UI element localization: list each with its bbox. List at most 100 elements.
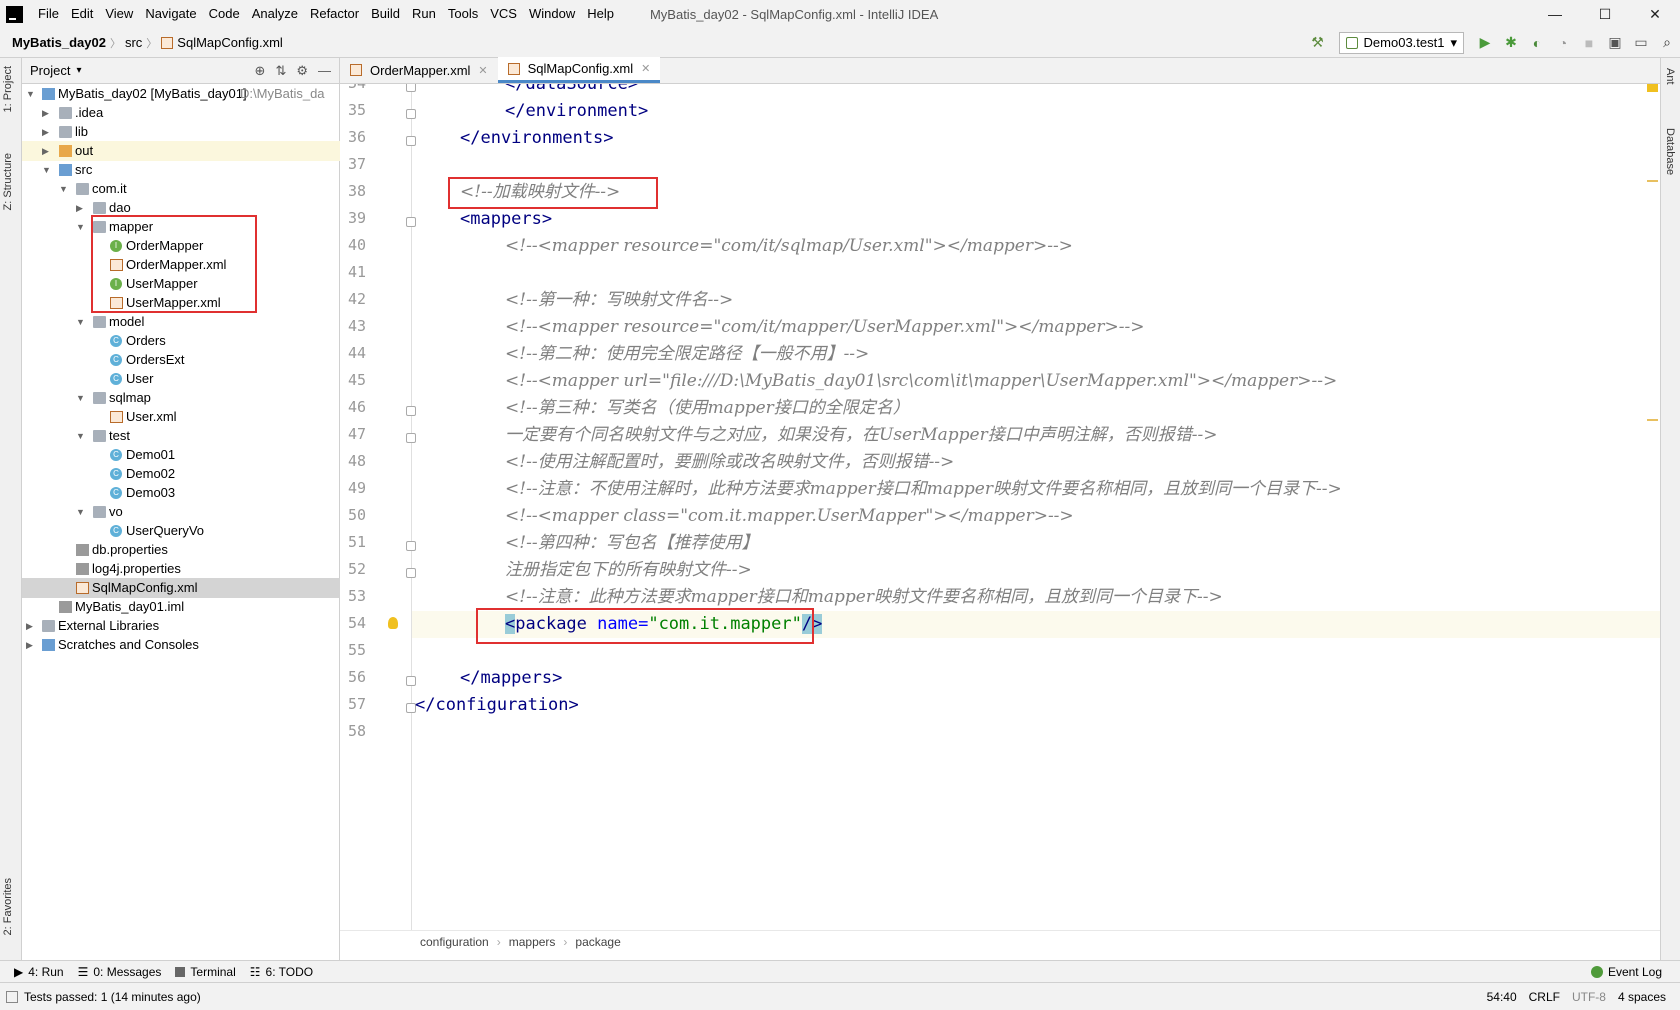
- tree-item-idea[interactable]: ▶ .idea: [22, 103, 340, 123]
- menu-build[interactable]: Build: [365, 0, 406, 28]
- tab-ordermapper-xml[interactable]: OrderMapper.xml ✕: [340, 57, 498, 83]
- breadcrumb-configuration[interactable]: configuration: [420, 935, 489, 949]
- project-panel-title[interactable]: Project: [30, 63, 70, 78]
- nav-project[interactable]: MyBatis_day02: [0, 35, 110, 50]
- project-tool-tab[interactable]: 1: Project: [2, 66, 14, 112]
- expand-arrow-icon[interactable]: ▼: [76, 502, 85, 522]
- expand-arrow-icon[interactable]: ▼: [76, 426, 85, 446]
- tree-item-com-it[interactable]: ▼ com.it: [22, 179, 340, 199]
- collapse-arrow-icon[interactable]: ▶: [42, 122, 49, 142]
- terminal-tool-tab[interactable]: Terminal: [175, 965, 236, 979]
- lightbulb-icon[interactable]: [388, 617, 398, 629]
- nav-file[interactable]: SqlMapConfig.xml: [157, 35, 287, 50]
- tab-sqlmapconfig-xml[interactable]: SqlMapConfig.xml ✕: [497, 57, 661, 83]
- tree-item-user[interactable]: C User: [22, 369, 340, 389]
- chevron-down-icon[interactable]: ▾: [76, 65, 81, 76]
- menu-file[interactable]: File: [32, 0, 65, 28]
- menu-analyze[interactable]: Analyze: [246, 0, 304, 28]
- indent-setting[interactable]: 4 spaces: [1618, 990, 1666, 1004]
- collapse-arrow-icon[interactable]: ▶: [42, 141, 49, 161]
- stop-icon[interactable]: ■: [1576, 32, 1602, 54]
- tree-item-model[interactable]: ▼ model: [22, 312, 340, 332]
- tree-item-demo03[interactable]: C Demo03: [22, 483, 340, 503]
- line-separator[interactable]: CRLF: [1529, 990, 1560, 1004]
- collapse-arrow-icon[interactable]: ▶: [42, 103, 49, 123]
- terminal-window-icon[interactable]: ▭: [1628, 32, 1654, 54]
- scroll-marker[interactable]: [1647, 180, 1658, 182]
- locate-icon[interactable]: ⊕: [255, 63, 266, 79]
- menu-view[interactable]: View: [99, 0, 139, 28]
- menu-navigate[interactable]: Navigate: [139, 0, 202, 28]
- tree-item-out[interactable]: ▶ out: [22, 141, 340, 161]
- database-tool-tab[interactable]: Database: [1664, 128, 1676, 175]
- breadcrumb-mappers[interactable]: mappers: [509, 935, 556, 949]
- menu-window[interactable]: Window: [523, 0, 581, 28]
- collapse-arrow-icon[interactable]: ▶: [26, 635, 33, 655]
- tree-item-vo[interactable]: ▼ vo: [22, 502, 340, 522]
- project-structure-icon[interactable]: ▣: [1602, 32, 1628, 54]
- gear-icon[interactable]: ⚙: [296, 63, 308, 79]
- maximize-button[interactable]: ☐: [1580, 0, 1630, 28]
- editor-scrollbar[interactable]: [1645, 84, 1659, 930]
- tree-item-sqlmapconfig-xml[interactable]: SqlMapConfig.xml: [22, 578, 340, 598]
- menu-refactor[interactable]: Refactor: [304, 0, 365, 28]
- event-log-tab[interactable]: Event Log: [1590, 965, 1662, 979]
- expand-arrow-icon[interactable]: ▼: [76, 217, 85, 237]
- expand-arrow-icon[interactable]: ▼: [76, 312, 85, 332]
- debug-icon[interactable]: ✱: [1498, 32, 1524, 54]
- status-toggle-icon[interactable]: [6, 990, 18, 1003]
- menu-code[interactable]: Code: [203, 0, 246, 28]
- collapse-icon[interactable]: ⇅: [275, 63, 286, 79]
- messages-tool-tab[interactable]: ☰ 0: Messages: [78, 965, 162, 979]
- build-hammer-icon[interactable]: ⚒: [1305, 32, 1331, 54]
- tree-item-sqlmap[interactable]: ▼ sqlmap: [22, 388, 340, 408]
- collapse-arrow-icon[interactable]: ▶: [26, 616, 33, 636]
- tree-item-user-xml[interactable]: User.xml: [22, 407, 340, 427]
- tree-item-external-libraries[interactable]: ▶ External Libraries: [22, 616, 340, 636]
- menu-help[interactable]: Help: [581, 0, 620, 28]
- close-icon[interactable]: ✕: [478, 64, 487, 77]
- tree-item-src[interactable]: ▼ src: [22, 160, 340, 180]
- tree-item-orders[interactable]: C Orders: [22, 331, 340, 351]
- coverage-icon[interactable]: ◐: [1524, 32, 1550, 54]
- menu-run[interactable]: Run: [406, 0, 442, 28]
- code-view[interactable]: 34 35 36 37 38 39 40 41 42 43 44 45 46 4…: [340, 84, 1660, 930]
- file-encoding[interactable]: UTF-8: [1572, 990, 1606, 1004]
- collapse-arrow-icon[interactable]: ▶: [76, 198, 83, 218]
- menu-edit[interactable]: Edit: [65, 0, 99, 28]
- tree-item-demo02[interactable]: C Demo02: [22, 464, 340, 484]
- expand-arrow-icon[interactable]: ▼: [26, 84, 35, 104]
- profile-icon[interactable]: ◔: [1550, 32, 1576, 54]
- close-button[interactable]: ✕: [1630, 0, 1680, 28]
- todo-tool-tab[interactable]: ☷ 6: TODO: [250, 965, 313, 979]
- menu-tools[interactable]: Tools: [442, 0, 484, 28]
- tree-item-root[interactable]: ▼ MyBatis_day02 [MyBatis_day01] D:\MyBat…: [22, 84, 340, 104]
- expand-arrow-icon[interactable]: ▼: [59, 179, 68, 199]
- close-icon[interactable]: ✕: [641, 62, 650, 75]
- hide-icon[interactable]: —: [318, 63, 331, 79]
- warning-marker-icon[interactable]: [1647, 84, 1658, 92]
- ant-tool-tab[interactable]: Ant: [1664, 68, 1676, 85]
- caret-position[interactable]: 54:40: [1487, 990, 1517, 1004]
- menu-vcs[interactable]: VCS: [484, 0, 523, 28]
- breadcrumb-package[interactable]: package: [575, 935, 620, 949]
- tree-item-db-properties[interactable]: db.properties: [22, 540, 340, 560]
- run-config-selector[interactable]: Demo03.test1 ▾: [1338, 31, 1464, 54]
- tree-item-scratches[interactable]: ▶ Scratches and Consoles: [22, 635, 340, 655]
- run-icon[interactable]: ▶: [1472, 32, 1498, 54]
- nav-folder[interactable]: src: [121, 35, 146, 50]
- tree-item-lib[interactable]: ▶ lib: [22, 122, 340, 142]
- tree-item-ordersext[interactable]: C OrdersExt: [22, 350, 340, 370]
- favorites-tool-tab[interactable]: 2: Favorites: [2, 878, 14, 935]
- expand-arrow-icon[interactable]: ▼: [42, 160, 51, 180]
- minimize-button[interactable]: —: [1530, 0, 1580, 28]
- run-tool-tab[interactable]: ▶ 4: Run: [14, 965, 64, 979]
- search-icon[interactable]: ⌕: [1654, 32, 1680, 54]
- tree-item-iml[interactable]: MyBatis_day01.iml: [22, 597, 340, 617]
- structure-tool-tab[interactable]: Z: Structure: [2, 153, 14, 210]
- expand-arrow-icon[interactable]: ▼: [76, 388, 85, 408]
- scroll-marker[interactable]: [1647, 419, 1658, 421]
- tree-item-test[interactable]: ▼ test: [22, 426, 340, 446]
- tree-item-userqueryvo[interactable]: C UserQueryVo: [22, 521, 340, 541]
- tree-item-log4j-properties[interactable]: log4j.properties: [22, 559, 340, 579]
